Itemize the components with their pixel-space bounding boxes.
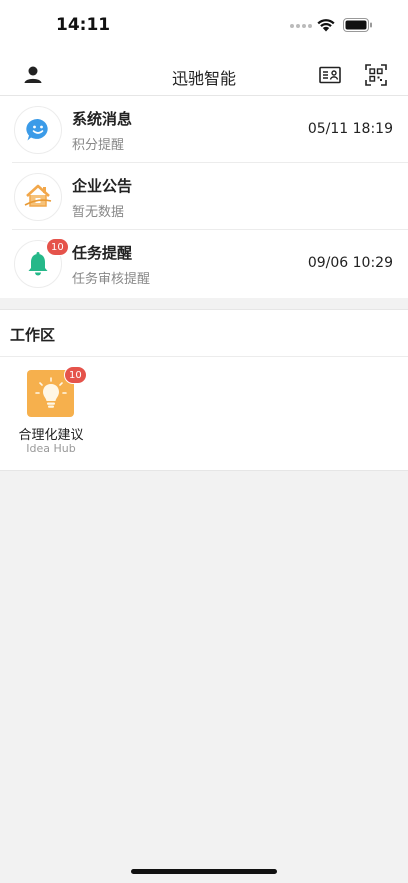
message-avatar <box>14 173 62 221</box>
app-tile-idea-hub[interactable]: 10 合理化建议 Idea Hub <box>10 366 92 464</box>
app-subtitle: Idea Hub <box>26 442 76 455</box>
app-badge: 10 <box>64 366 87 384</box>
message-subtitle: 暂无数据 <box>72 205 125 220</box>
message-time: 09/06 10:29 <box>307 255 393 271</box>
nav-bar: 迅驰智能 <box>0 54 408 96</box>
divider <box>0 356 408 357</box>
workspace-section: 工作区 10 合理化建议 Idea Hub <box>0 309 408 471</box>
workspace-title: 工作区 <box>10 326 56 344</box>
chat-bubble-icon <box>26 118 48 141</box>
message-item-announcement[interactable]: 企业公告 暂无数据 <box>0 163 408 230</box>
message-item-task[interactable]: 10 任务提醒 任务审核提醒 09/06 10:29 <box>0 230 408 297</box>
status-time: 14:11 <box>56 15 111 35</box>
message-title: 任务提醒 <box>72 244 133 262</box>
battery-icon <box>343 18 372 32</box>
message-time: 05/11 18:19 <box>307 121 393 137</box>
message-avatar <box>14 106 62 154</box>
wifi-icon <box>317 19 335 32</box>
message-title: 系统消息 <box>72 110 133 128</box>
message-subtitle: 任务审核提醒 <box>72 272 151 287</box>
bell-icon <box>28 252 48 276</box>
message-item-system[interactable]: 系统消息 积分提醒 05/11 18:19 <box>0 96 408 163</box>
signal-icon <box>290 24 312 28</box>
house-icon <box>24 184 52 207</box>
qr-scan-icon[interactable] <box>365 64 387 86</box>
home-indicator <box>131 869 277 874</box>
page-title: 迅驰智能 <box>171 69 236 88</box>
card-icon[interactable] <box>319 64 341 86</box>
message-subtitle: 积分提醒 <box>72 138 125 153</box>
message-title: 企业公告 <box>72 177 133 195</box>
lightbulb-icon <box>34 376 67 408</box>
status-bar: 14:11 <box>0 0 408 54</box>
message-badge: 10 <box>46 238 69 256</box>
app-name: 合理化建议 <box>18 428 84 443</box>
message-list: 系统消息 积分提醒 05/11 18:19 企业公告 暂无数据 10 任务提醒 … <box>0 96 408 298</box>
